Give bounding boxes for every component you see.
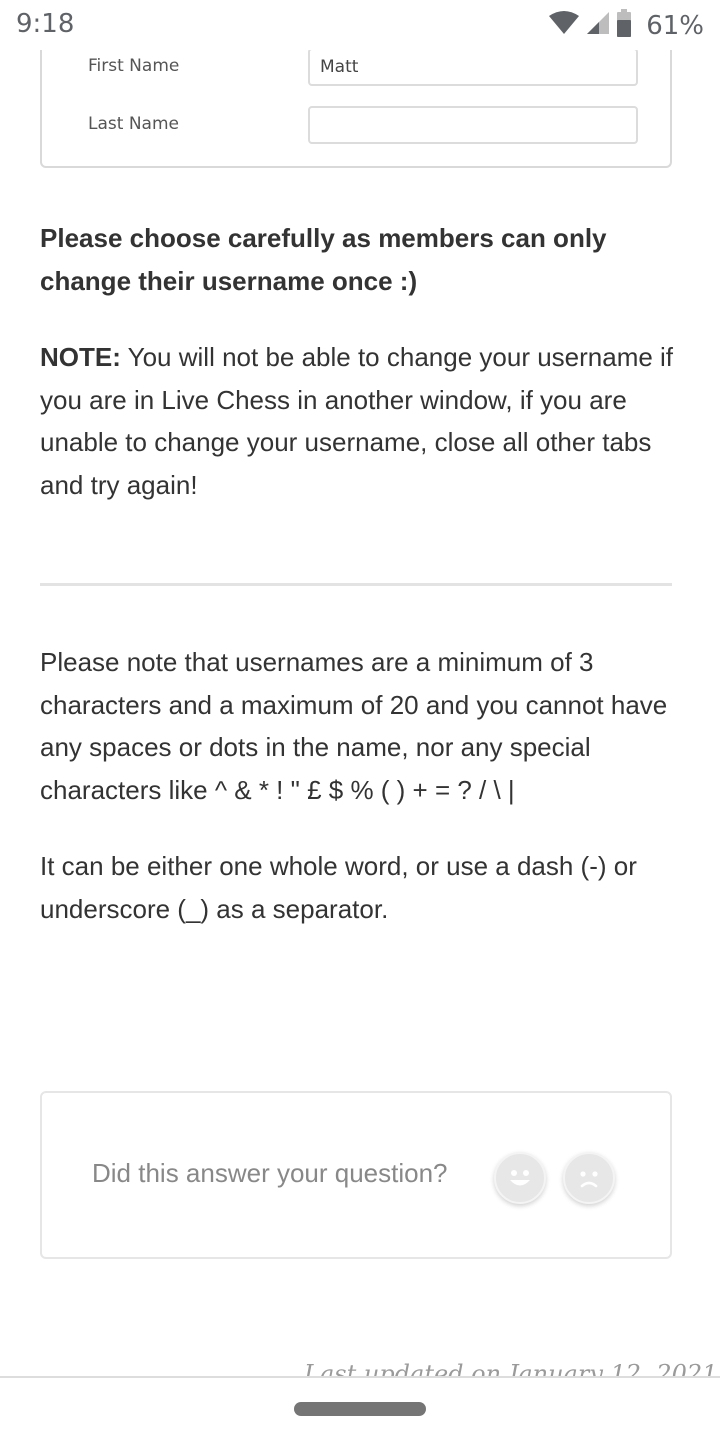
- cell-signal-icon: [586, 11, 610, 40]
- section-divider: [40, 583, 672, 586]
- status-icons: 61%: [548, 9, 704, 42]
- username-rules: Please note that usernames are a minimum…: [40, 647, 668, 805]
- note-label: NOTE:: [40, 342, 121, 372]
- first-name-label: First Name: [88, 56, 180, 76]
- wifi-icon: [548, 11, 580, 40]
- article-content: First Name Last Name Please choose caref…: [0, 0, 720, 1376]
- note-paragraph: NOTE: You will not be able to change you…: [40, 336, 680, 506]
- last-updated-text: Last updated on January 12, 2021: [304, 1360, 718, 1376]
- first-name-input[interactable]: [308, 48, 638, 86]
- status-time: 9:18: [16, 9, 75, 39]
- last-name-input[interactable]: [308, 106, 638, 144]
- battery-icon: [616, 9, 632, 42]
- smiley-face-icon[interactable]: [494, 1152, 546, 1204]
- separator-note: It can be either one whole word, or use …: [40, 851, 637, 924]
- sad-face-icon[interactable]: [563, 1152, 615, 1204]
- status-bar: 9:18 61%: [0, 0, 720, 50]
- battery-percent: 61%: [646, 10, 704, 41]
- feedback-question: Did this answer your question?: [92, 1158, 448, 1188]
- home-gesture-handle[interactable]: [294, 1402, 426, 1416]
- navigation-bar: [0, 1376, 720, 1440]
- last-name-label: Last Name: [88, 114, 179, 134]
- feedback-card: Did this answer your question?: [40, 1091, 672, 1259]
- username-warning: Please choose carefully as members can o…: [40, 223, 607, 296]
- note-text: You will not be able to change your user…: [40, 342, 674, 500]
